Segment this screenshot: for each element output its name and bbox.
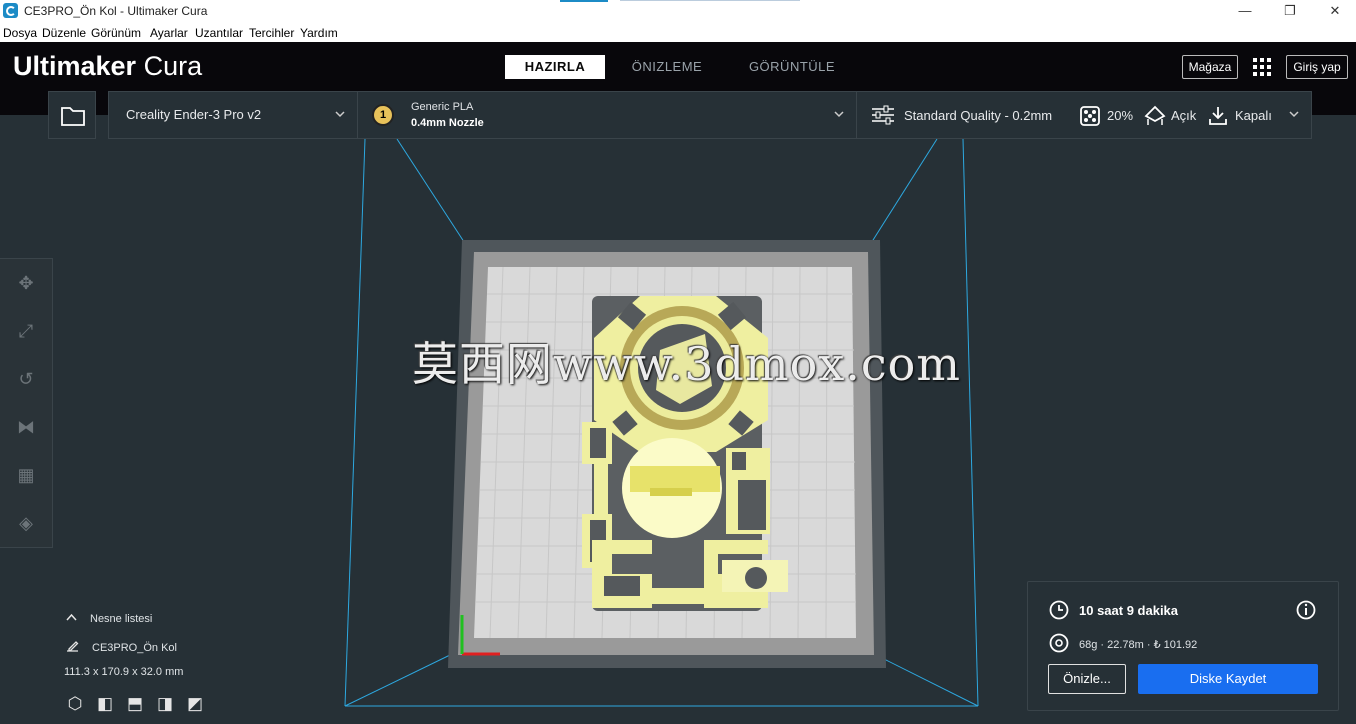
logo-bold: Ultimaker <box>13 51 137 81</box>
printer-name: Creality Ender-3 Pro v2 <box>126 107 262 122</box>
model-left-rail-inner <box>590 428 606 458</box>
applications-grid-icon[interactable] <box>1253 58 1271 76</box>
tab-monitor[interactable]: GÖRÜNTÜLE <box>737 55 847 79</box>
chevron-up-icon[interactable] <box>66 613 77 621</box>
info-icon[interactable] <box>1296 600 1316 620</box>
mirror-tool-icon[interactable]: ⧓ <box>14 415 38 439</box>
tab-prepare[interactable]: HAZIRLA <box>505 55 605 79</box>
folder-icon <box>61 107 85 126</box>
tool-sidebar: ✥ ⤢ ↺ ⧓ ▦ ◈ <box>0 258 53 548</box>
marketplace-button[interactable]: Mağaza <box>1182 55 1238 79</box>
restore-button[interactable]: ❐ <box>1267 0 1313 23</box>
logo-light: Cura <box>143 51 203 81</box>
menu-settings[interactable]: Ayarlar <box>150 26 188 40</box>
titlebar-accent <box>560 0 608 2</box>
menu-file[interactable]: Dosya <box>3 26 37 40</box>
support-icon <box>1144 105 1166 125</box>
menu-extensions[interactable]: Uzantılar <box>195 26 243 40</box>
move-tool-icon[interactable]: ✥ <box>14 271 38 295</box>
menu-bar: Dosya Düzenle Görünüm Ayarlar Uzantılar … <box>0 23 1356 42</box>
quality-profile: Standard Quality - 0.2mm <box>904 108 1053 123</box>
front-view-icon[interactable]: ◧ <box>94 693 116 715</box>
model-bottom-connector <box>652 588 704 604</box>
ultimaker-cura-logo: Ultimaker Cura <box>13 51 202 82</box>
sliders-icon <box>872 105 894 125</box>
save-to-disk-button[interactable]: Diske Kaydet <box>1138 664 1318 694</box>
signin-button[interactable]: Giriş yap <box>1286 55 1348 79</box>
cura-app-icon <box>3 3 18 18</box>
model-bottom-left-window <box>604 576 640 596</box>
model-bottom-left-frame <box>592 540 652 608</box>
print-settings-selector[interactable]: Standard Quality - 0.2mm 20% Açık Kapalı <box>856 91 1312 139</box>
titlebar-accent-2 <box>620 0 800 1</box>
window-title: CE3PRO_Ön Kol - Ultimaker Cura <box>24 4 208 18</box>
top-view-icon[interactable]: ⬒ <box>124 693 146 715</box>
menu-help[interactable]: Yardım <box>300 26 338 40</box>
adhesion-icon <box>1209 107 1227 125</box>
rotate-tool-icon[interactable]: ↺ <box>14 367 38 391</box>
model-center-bracket-tab <box>650 488 692 496</box>
material-usage: 68g · 22.78m · ₺ 101.92 <box>1079 639 1198 651</box>
infill-icon <box>1080 106 1100 126</box>
left-view-icon[interactable]: ◨ <box>154 693 176 715</box>
infill-value: 20% <box>1107 108 1134 123</box>
per-model-settings-icon[interactable]: ▦ <box>14 463 38 487</box>
model-right-block-inner <box>738 480 766 530</box>
nozzle-size: 0.4mm Nozzle <box>411 117 484 129</box>
support-value: Açık <box>1171 108 1197 123</box>
menu-edit[interactable]: Düzenle <box>42 26 86 40</box>
model-right-slot <box>732 452 746 470</box>
extruder-badge: 1 <box>372 104 394 126</box>
open-file-button[interactable] <box>48 91 96 139</box>
object-list-toggle[interactable]: Nesne listesi <box>90 613 152 625</box>
model-left-strip <box>594 464 608 514</box>
object-name[interactable]: CE3PRO_Ön Kol <box>92 642 177 654</box>
chevron-down-icon <box>335 111 345 118</box>
material-name: Generic PLA <box>411 101 474 113</box>
close-button[interactable]: ✕ <box>1312 0 1356 23</box>
tab-preview[interactable]: ÖNIZLEME <box>617 55 717 79</box>
object-dimensions: 111.3 x 170.9 x 32.0 mm <box>64 666 184 678</box>
3d-view-icon[interactable]: ⬡ <box>64 693 86 715</box>
model-bottom-right-hole <box>745 567 767 589</box>
watermark-text: 莫西网www.3dmox.com <box>412 337 961 391</box>
right-view-icon[interactable]: ◩ <box>184 693 206 715</box>
chevron-down-icon <box>1289 111 1299 118</box>
filament-spool-icon <box>1049 633 1069 653</box>
chevron-down-icon <box>834 111 844 118</box>
menu-preferences[interactable]: Tercihler <box>249 26 294 40</box>
preview-button[interactable]: Önizle... <box>1048 664 1126 694</box>
printer-selector[interactable]: Creality Ender-3 Pro v2 <box>108 91 358 139</box>
window-titlebar: CE3PRO_Ön Kol - Ultimaker Cura — ❐ ✕ <box>0 0 1356 23</box>
material-selector[interactable]: 1 Generic PLA 0.4mm Nozzle <box>357 91 857 139</box>
support-blocker-icon[interactable]: ◈ <box>14 511 38 535</box>
print-summary-panel: 10 saat 9 dakika 68g · 22.78m · ₺ 101.92… <box>1027 581 1339 711</box>
minimize-button[interactable]: — <box>1222 0 1268 23</box>
adhesion-value: Kapalı <box>1235 108 1272 123</box>
menu-view[interactable]: Görünüm <box>91 26 141 40</box>
edit-pencil-icon[interactable] <box>66 640 79 652</box>
scale-tool-icon[interactable]: ⤢ <box>14 319 38 343</box>
print-time: 10 saat 9 dakika <box>1079 603 1179 618</box>
clock-icon <box>1049 600 1069 620</box>
